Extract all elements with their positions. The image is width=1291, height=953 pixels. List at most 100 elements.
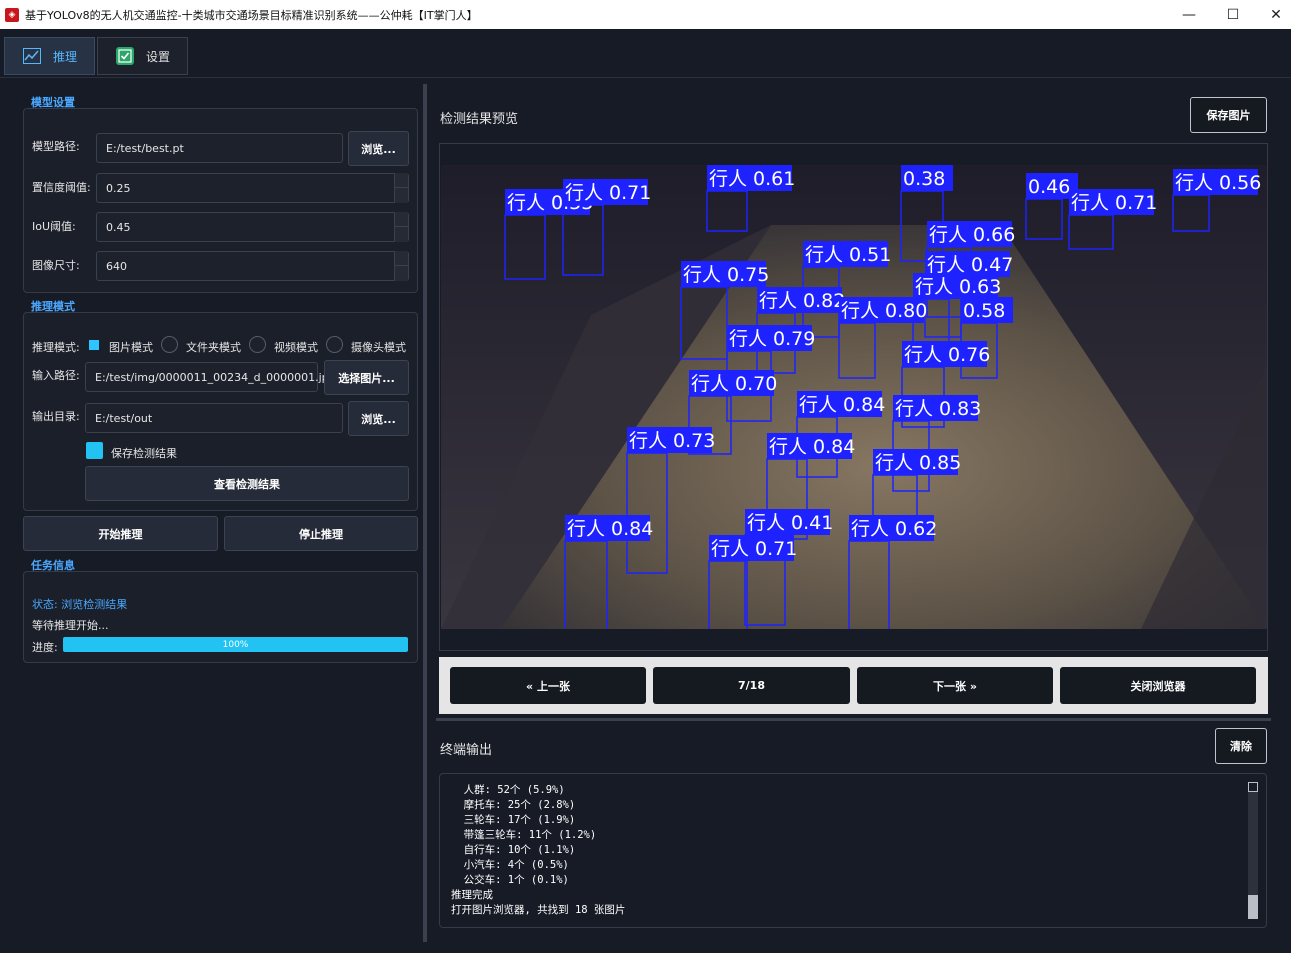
tab-settings[interactable]: 设置 xyxy=(97,37,188,75)
detection-label: 行人 0.76 xyxy=(904,344,990,366)
title-bar: ◈ 基于YOLOv8的无人机交通监控-十类城市交通场景目标精准识别系统——公仲耗… xyxy=(0,0,1291,29)
maximize-button[interactable]: ☐ xyxy=(1211,0,1255,29)
detection-image: 行人 0.33 行人 0.71 行人 0.61 0.38 0.46 行人 0.71 行人 0… xyxy=(441,165,1267,629)
console-output: 人群: 52个 (5.9%) 摩托车: 25个 (2.8%) 三轮车: 17个 … xyxy=(439,773,1267,928)
detection-label: 行人 0.62 xyxy=(851,518,937,540)
progress-bar: 100% xyxy=(63,637,408,652)
mode-image-radio[interactable] xyxy=(89,340,99,350)
next-image-button[interactable]: 下一张 » xyxy=(857,667,1053,704)
mode-camera-radio[interactable] xyxy=(326,336,343,353)
detection-label: 0.46 xyxy=(1028,176,1070,198)
detection-preview-frame: 行人 0.33 行人 0.71 行人 0.61 0.38 0.46 行人 0.71 行人 0… xyxy=(439,143,1268,651)
model-browse-button[interactable]: 浏览... xyxy=(348,131,409,166)
detection-label: 行人 0.83 xyxy=(895,398,981,420)
console-line: 小汽车: 4个 (0.5%) xyxy=(451,859,569,871)
detection-label: 行人 0.71 xyxy=(565,182,651,204)
console-line: 打开图片浏览器, 共找到 18 张图片 xyxy=(451,904,626,916)
output-dir-label: 输出目录: xyxy=(32,410,80,423)
console-line: 自行车: 10个 (1.1%) xyxy=(451,844,576,856)
conf-threshold-label: 置信度阈值: xyxy=(32,181,91,194)
scroll-thumb[interactable] xyxy=(1248,895,1258,919)
view-results-button[interactable]: 查看检测结果 xyxy=(85,466,409,501)
detection-label: 0.58 xyxy=(963,300,1005,322)
scroll-up-arrow[interactable] xyxy=(1248,782,1258,792)
output-browse-button[interactable]: 浏览... xyxy=(348,401,409,436)
close-window-button[interactable]: ✕ xyxy=(1254,0,1291,29)
detection-scene: 行人 0.33行人 0.71行人 0.61 0.38 0.46行人 0.71行人 0… xyxy=(441,165,1267,629)
detection-label: 行人 0.73 xyxy=(629,430,715,452)
mode-video-radio[interactable] xyxy=(249,336,266,353)
vertical-splitter[interactable] xyxy=(423,84,427,942)
detection-label: 行人 0.80 xyxy=(841,300,927,322)
detection-label: 0.38 xyxy=(903,168,945,190)
detection-label: 行人 0.47 xyxy=(927,254,1013,276)
image-counter: 7/18 xyxy=(653,667,850,704)
model-path-input[interactable]: E:/test/best.pt xyxy=(96,133,343,163)
preview-title: 检测结果预览 xyxy=(440,112,519,127)
select-image-button[interactable]: 选择图片... xyxy=(324,360,409,395)
console-line: 三轮车: 17个 (1.9%) xyxy=(451,814,576,826)
detection-label: 行人 0.75 xyxy=(683,264,769,286)
save-results-label: 保存检测结果 xyxy=(111,447,177,460)
progress-fill: 100% xyxy=(63,637,408,652)
save-results-checkbox[interactable] xyxy=(86,442,103,459)
save-image-button[interactable]: 保存图片 xyxy=(1190,97,1267,133)
detection-label: 行人 0.79 xyxy=(729,328,815,350)
tab-settings-label: 设置 xyxy=(146,49,171,64)
input-path-label: 输入路径: xyxy=(32,369,80,382)
start-inference-button[interactable]: 开始推理 xyxy=(23,516,218,551)
clear-console-button[interactable]: 清除 xyxy=(1215,728,1267,764)
detection-label: 行人 0.84 xyxy=(799,394,885,416)
detection-label: 行人 0.71 xyxy=(1071,192,1157,214)
waiting-text: 等待推理开始... xyxy=(32,619,109,632)
iou-threshold-label: IoU阈值: xyxy=(32,220,76,233)
check-box-icon xyxy=(116,47,134,65)
detection-label: 行人 0.41 xyxy=(747,512,833,534)
iou-threshold-spinbox[interactable]: 0.45 xyxy=(96,212,409,242)
stop-inference-button[interactable]: 停止推理 xyxy=(224,516,418,551)
image-size-spinbox[interactable]: 640 xyxy=(96,251,409,281)
progress-label: 进度: xyxy=(32,641,58,654)
detection-label: 行人 0.71 xyxy=(711,538,797,560)
output-dir-input[interactable]: E:/test/out xyxy=(85,403,343,433)
iou-spin-arrows[interactable] xyxy=(394,212,408,242)
imgsz-spin-arrows[interactable] xyxy=(394,251,408,281)
console-line: 人群: 52个 (5.9%) xyxy=(451,784,565,796)
conf-spin-arrows[interactable] xyxy=(394,173,408,203)
mode-folder-radio[interactable] xyxy=(161,336,178,353)
prev-image-button[interactable]: « 上一张 xyxy=(450,667,646,704)
status-text: 状态: 浏览检测结果 xyxy=(32,598,128,611)
detection-label: 行人 0.84 xyxy=(567,518,653,540)
image-size-label: 图像尺寸: xyxy=(32,259,80,272)
detection-label: 行人 0.51 xyxy=(805,244,891,266)
app-logo-icon: ◈ xyxy=(5,7,19,22)
image-navigation-bar: « 上一张 7/18 下一张 » 关闭浏览器 xyxy=(439,657,1268,714)
tab-bar: 推理 设置 xyxy=(0,29,1291,78)
detection-label: 行人 0.63 xyxy=(915,276,1001,298)
console-line: 公交车: 1个 (0.1%) xyxy=(451,874,569,886)
console-line: 摩托车: 25个 (2.8%) xyxy=(451,799,576,811)
console-title: 终端输出 xyxy=(440,743,493,758)
close-browser-button[interactable]: 关闭浏览器 xyxy=(1060,667,1256,704)
mode-label: 推理模式: xyxy=(32,341,80,354)
chart-line-icon xyxy=(23,47,41,65)
mode-camera-label: 摄像头模式 xyxy=(351,341,406,354)
console-line: 带篷三轮车: 11个 (1.2%) xyxy=(451,829,597,841)
detection-label: 行人 0.85 xyxy=(875,452,961,474)
minimize-button[interactable]: — xyxy=(1167,0,1211,29)
conf-threshold-spinbox[interactable]: 0.25 xyxy=(96,173,409,203)
tab-inference[interactable]: 推理 xyxy=(4,37,95,75)
detection-label: 行人 0.61 xyxy=(709,168,795,190)
mode-image-label: 图片模式 xyxy=(109,341,153,354)
detection-label: 行人 0.56 xyxy=(1175,172,1261,194)
detection-label: 行人 0.70 xyxy=(691,373,777,395)
mode-video-label: 视频模式 xyxy=(274,341,318,354)
console-line: 推理完成 xyxy=(451,889,493,901)
console-scrollbar[interactable] xyxy=(1248,782,1258,919)
detection-label: 行人 0.84 xyxy=(769,436,855,458)
horizontal-splitter[interactable] xyxy=(436,718,1271,721)
detection-label: 行人 0.82 xyxy=(759,290,845,312)
detection-label: 行人 0.66 xyxy=(929,224,1015,246)
input-path-input[interactable]: E:/test/img/0000011_00234_d_0000001.jpg xyxy=(85,362,336,392)
window-title: 基于YOLOv8的无人机交通监控-十类城市交通场景目标精准识别系统——公仲耗【I… xyxy=(25,8,478,22)
